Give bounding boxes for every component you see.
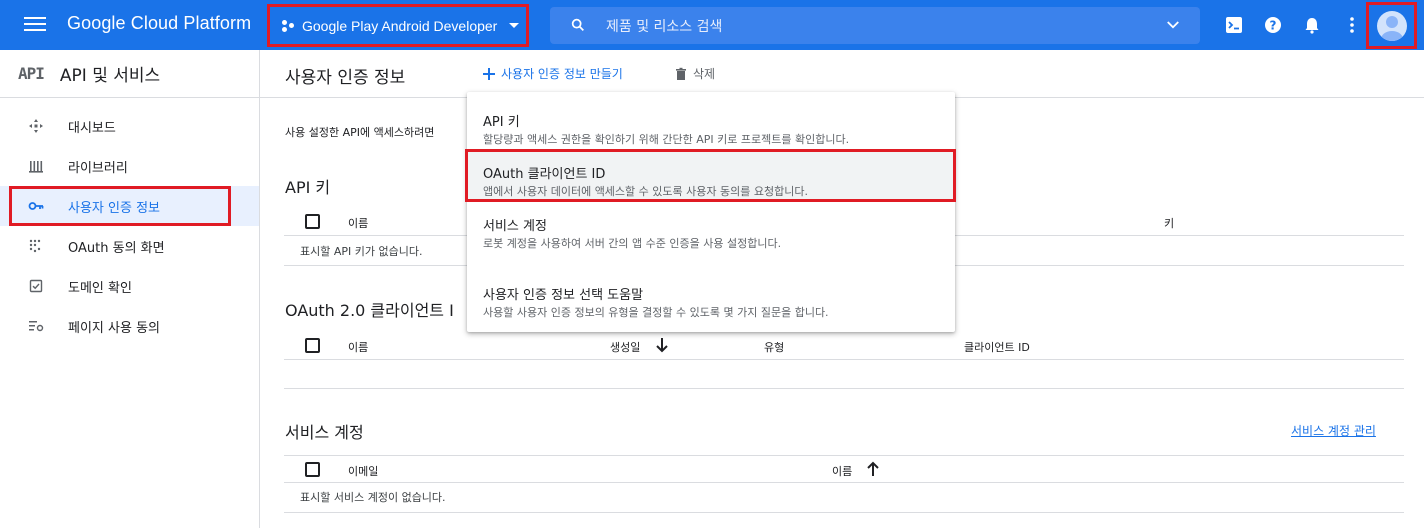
sidebar-item-oauth-consent[interactable]: OAuth 동의 화면 xyxy=(0,226,259,266)
cloud-shell-icon[interactable] xyxy=(1224,15,1244,35)
search-icon xyxy=(571,18,584,31)
menu-item-label: 서비스 계정 xyxy=(483,219,547,234)
sidebar-item-domain-verification[interactable]: 도메인 확인 xyxy=(0,266,259,306)
create-credentials-button[interactable]: 사용자 인증 정보 만들기 xyxy=(482,65,623,82)
column-header-created[interactable]: 생성일 xyxy=(610,339,640,355)
manage-service-accounts-link[interactable]: 서비스 계정 관리 xyxy=(1291,422,1376,439)
menu-item-label: 사용자 인증 정보 선택 도움말 xyxy=(483,288,644,303)
menu-item-description: 사용할 사용자 인증 정보의 유형을 결정할 수 있도록 몇 가지 질문을 합니… xyxy=(483,306,829,319)
oauth-clients-title: OAuth 2.0 클라이언트 I xyxy=(285,301,454,320)
create-credentials-menu: API 키 할당량과 액세스 권한을 확인하기 위해 간단한 API 키로 프로… xyxy=(467,92,955,332)
select-all-checkbox[interactable] xyxy=(305,338,320,353)
plus-icon xyxy=(483,67,495,80)
hamburger-menu-icon[interactable] xyxy=(24,14,46,36)
project-dots-icon xyxy=(282,19,296,33)
caret-down-icon xyxy=(509,23,520,28)
menu-item-api-key[interactable]: API 키 할당량과 액세스 권한을 확인하기 위해 간단한 API 키로 프로… xyxy=(467,97,955,149)
sidebar-item-label: 대시보드 xyxy=(68,120,116,136)
select-all-checkbox[interactable] xyxy=(305,462,320,477)
sidebar-item-page-usage[interactable]: 페이지 사용 동의 xyxy=(0,306,259,346)
api-keys-empty: 표시할 API 키가 없습니다. xyxy=(300,245,423,258)
more-vert-icon[interactable] xyxy=(1342,15,1362,35)
service-accounts-title: 서비스 계정 xyxy=(285,423,364,442)
brand-title[interactable]: Google Cloud Platform xyxy=(67,13,251,34)
page-usage-icon xyxy=(27,317,45,335)
menu-item-label: API 키 xyxy=(483,115,520,130)
page-title: 사용자 인증 정보 xyxy=(285,68,406,88)
sidebar-item-library[interactable]: 라이브러리 xyxy=(0,146,259,186)
search-input[interactable]: 제품 및 리소스 검색 xyxy=(550,7,1200,44)
sidebar-item-label: 도메인 확인 xyxy=(68,280,132,296)
divider xyxy=(284,388,1404,389)
service-accounts-empty: 표시할 서비스 계정이 없습니다. xyxy=(300,491,446,504)
sidebar-item-label: 페이지 사용 동의 xyxy=(68,320,160,336)
main-header: 사용자 인증 정보 사용자 인증 정보 만들기 삭제 xyxy=(260,50,1424,98)
search-placeholder: 제품 및 리소스 검색 xyxy=(606,19,723,35)
divider xyxy=(284,512,1404,513)
column-header-type[interactable]: 유형 xyxy=(764,339,784,355)
column-header-name[interactable]: 이름 xyxy=(832,463,852,479)
delete-label: 삭제 xyxy=(693,67,716,81)
sidebar-title: API 및 서비스 xyxy=(59,66,161,86)
notifications-bell-icon[interactable] xyxy=(1302,15,1322,35)
delete-button[interactable]: 삭제 xyxy=(674,65,715,82)
column-header-key[interactable]: 키 xyxy=(1164,215,1174,231)
arrow-down-icon[interactable] xyxy=(655,337,669,353)
top-bar: Google Cloud Platform Google Play Androi… xyxy=(0,0,1424,50)
menu-item-description: 로봇 계정을 사용하여 서버 간의 앱 수준 인증을 사용 설정합니다. xyxy=(483,237,782,250)
sidebar-item-label: 라이브러리 xyxy=(68,160,128,176)
trash-icon xyxy=(676,67,686,80)
account-avatar[interactable] xyxy=(1366,2,1417,49)
column-header-name[interactable]: 이름 xyxy=(348,215,368,231)
description-text: 사용 설정한 API에 액세스하려면 xyxy=(285,126,435,139)
menu-item-credentials-help[interactable]: 사용자 인증 정보 선택 도움말 사용할 사용자 인증 정보의 유형을 결정할 … xyxy=(467,270,955,322)
project-selector[interactable]: Google Play Android Developer xyxy=(267,4,529,47)
project-name: Google Play Android Developer xyxy=(302,17,498,34)
library-icon xyxy=(27,157,45,175)
menu-item-service-account[interactable]: 서비스 계정 로봇 계정을 사용하여 서버 간의 앱 수준 인증을 사용 설정합… xyxy=(467,201,955,253)
oauth-header-row: 이름 생성일 유형 클라이언트 ID xyxy=(284,332,1404,360)
sidebar-item-label: OAuth 동의 화면 xyxy=(68,240,165,256)
domain-check-icon xyxy=(27,277,45,295)
api-badge-icon: API xyxy=(18,64,45,83)
sidebar-header: API API 및 서비스 xyxy=(0,50,259,98)
column-header-client-id[interactable]: 클라이언트 ID xyxy=(964,339,1030,355)
menu-item-description: 할당량과 액세스 권한을 확인하기 위해 간단한 API 키로 프로젝트를 확인… xyxy=(483,133,850,146)
column-header-email[interactable]: 이메일 xyxy=(348,463,378,479)
help-icon[interactable]: ? xyxy=(1263,15,1283,35)
api-keys-title: API 키 xyxy=(285,178,331,197)
chevron-down-icon[interactable] xyxy=(1164,16,1182,34)
sidebar-item-dashboard[interactable]: 대시보드 xyxy=(0,106,259,146)
dashboard-icon xyxy=(27,117,45,135)
avatar-icon xyxy=(1377,11,1407,41)
service-accounts-header-row: 이메일 이름 xyxy=(284,455,1404,483)
svg-text:?: ? xyxy=(1270,18,1277,32)
create-credentials-label: 사용자 인증 정보 만들기 xyxy=(501,67,623,81)
arrow-up-icon[interactable] xyxy=(866,461,880,477)
oauth-highlight-box xyxy=(465,149,956,202)
column-header-name[interactable]: 이름 xyxy=(348,339,368,355)
credentials-highlight-box xyxy=(9,186,231,226)
select-all-checkbox[interactable] xyxy=(305,214,320,229)
consent-icon xyxy=(27,237,45,255)
